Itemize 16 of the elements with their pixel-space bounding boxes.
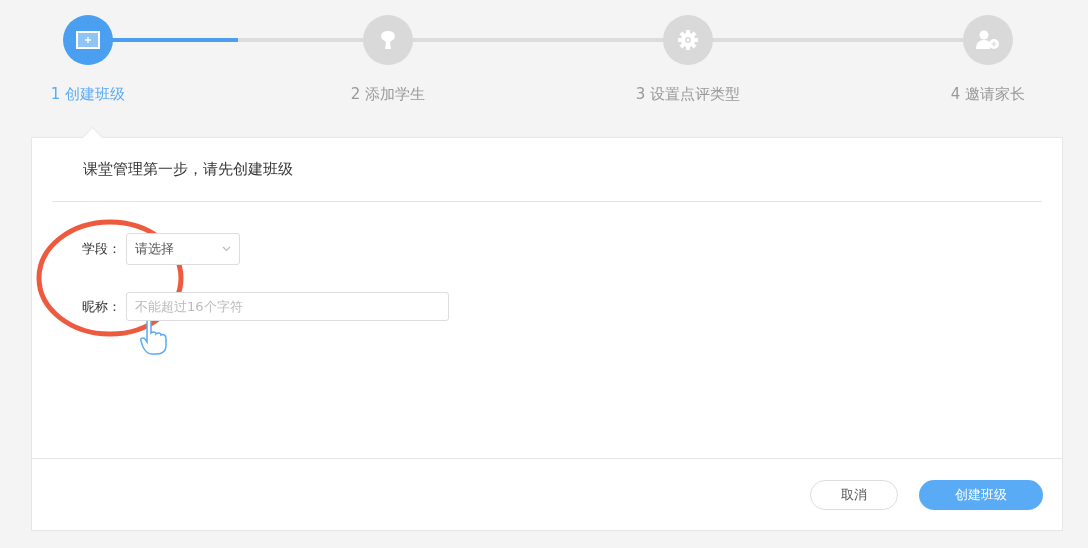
card-heading: 课堂管理第一步，请先创建班级 [52,138,1042,202]
gear-icon [677,29,699,51]
person-add-icon [975,29,1001,51]
select-field[interactable]: 请选择 [126,233,240,265]
field-label: 学段： [82,240,122,258]
step-label: 1 创建班级 [50,85,126,104]
step-label: 4 邀请家长 [950,85,1026,104]
step-circle[interactable] [963,15,1013,65]
field-label: 昵称： [82,297,122,316]
step-circle[interactable] [63,15,113,65]
input-field[interactable]: 不能超过16个字符 [126,292,449,321]
step-label: 3 设置点评类型 [635,85,741,104]
step-label: 2 添加学生 [350,85,426,104]
screen-icon [76,31,100,49]
cancel-button[interactable]: 取消 [810,479,898,510]
chevron-icon [222,246,231,252]
